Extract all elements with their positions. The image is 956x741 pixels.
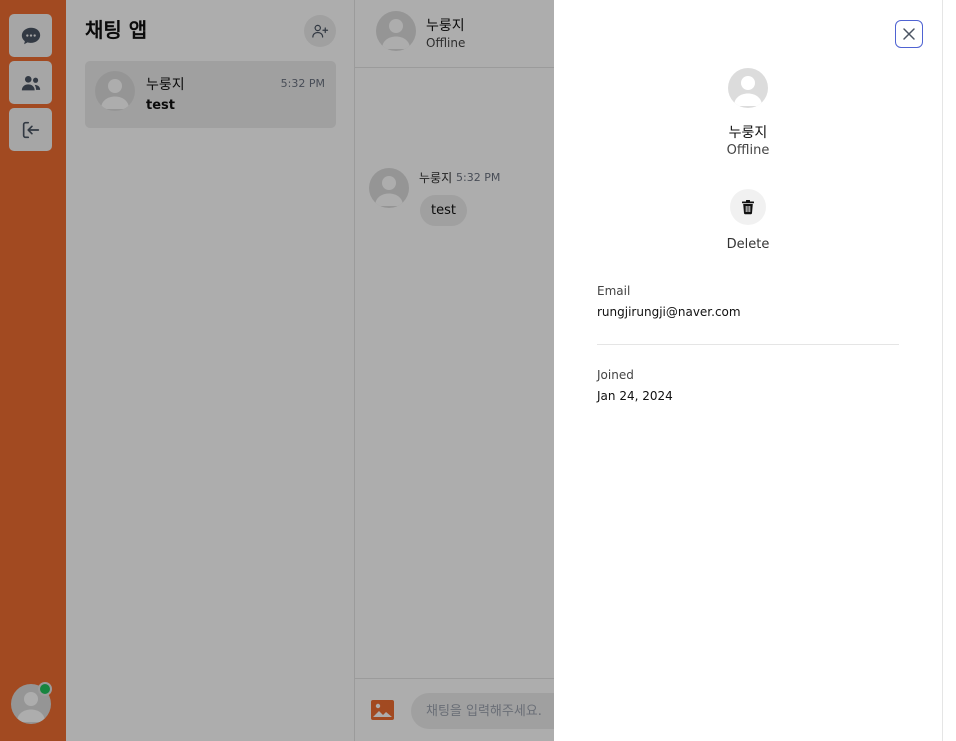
email-label: Email	[597, 284, 631, 298]
delete-label: Delete	[726, 237, 770, 252]
divider	[597, 344, 899, 345]
scrollbar-gutter	[942, 0, 956, 741]
trash-icon	[742, 200, 754, 215]
delete-button[interactable]	[730, 189, 766, 225]
default-avatar-icon	[734, 76, 762, 106]
profile-name: 누룽지	[728, 125, 768, 141]
close-button[interactable]	[895, 20, 923, 48]
joined-value: Jan 24, 2024	[597, 389, 673, 403]
profile-avatar	[728, 68, 768, 108]
profile-drawer: 누룽지 Offline Delete Email rungjirungji@na…	[554, 0, 942, 741]
email-value: rungjirungji@naver.com	[597, 305, 741, 319]
profile-status: Offline	[726, 143, 770, 158]
close-icon	[903, 28, 915, 40]
joined-label: Joined	[597, 368, 634, 382]
